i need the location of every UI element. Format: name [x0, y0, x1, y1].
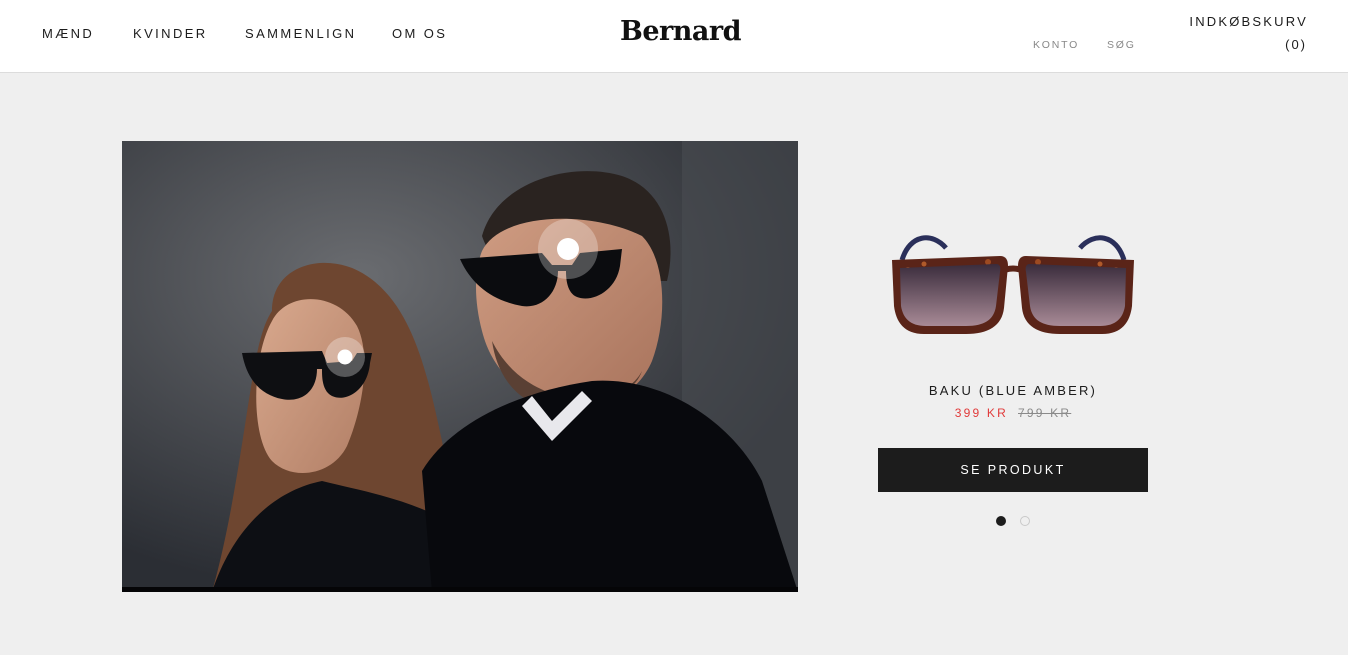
hero-lifestyle-image	[122, 141, 798, 592]
hotspot-dot	[337, 349, 353, 365]
product-name[interactable]: BAKU (BLUE AMBER)	[878, 383, 1148, 398]
cart-count[interactable]: (0)	[1285, 37, 1307, 52]
account-link[interactable]: KONTO	[1033, 39, 1079, 51]
original-price: 799 KR	[1018, 406, 1072, 420]
nav-link-om-os[interactable]: OM OS	[392, 26, 447, 41]
search-link[interactable]: SØG	[1107, 39, 1136, 51]
nav-link-sammenlign[interactable]: SAMMENLIGN	[245, 26, 356, 41]
cart-link[interactable]: INDKØBSKURV	[1189, 14, 1308, 29]
slider-pagination	[996, 516, 1036, 526]
nav-link-maend[interactable]: MÆND	[42, 26, 94, 41]
brand-logo[interactable]: Bernard	[620, 16, 741, 47]
hotspot-dot	[557, 238, 579, 260]
sale-price: 399 KR	[954, 406, 1008, 420]
couple-photo-illustration	[122, 141, 798, 592]
hotspot-man-sunglasses[interactable]	[538, 219, 598, 279]
slider-dot-1[interactable]	[996, 516, 1006, 526]
hotspot-woman-sunglasses[interactable]	[325, 337, 365, 377]
sunglasses-product-image[interactable]	[888, 230, 1138, 350]
price-row: 399 KR 799 KR	[878, 406, 1148, 420]
slider-dot-2[interactable]	[1020, 516, 1030, 526]
nav-link-kvinder[interactable]: KVINDER	[133, 26, 208, 41]
site-header: MÆND KVINDER SAMMENLIGN OM OS Bernard KO…	[0, 0, 1348, 73]
view-product-button[interactable]: SE PRODUKT	[878, 448, 1148, 492]
